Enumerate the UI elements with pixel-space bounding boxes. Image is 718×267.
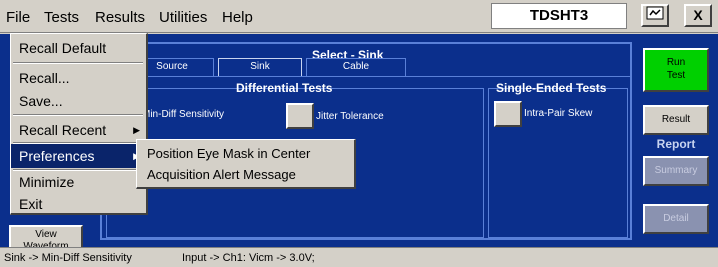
differential-title: Differential Tests xyxy=(236,81,333,95)
menu-item-acquisition-alert[interactable]: Acquisition Alert Message xyxy=(137,164,353,186)
app-title: TDSHT3 xyxy=(491,3,627,29)
menu-separator xyxy=(13,62,143,64)
status-bar: Sink -> Min-Diff Sensitivity Input -> Ch… xyxy=(0,247,718,267)
tab-sink[interactable]: Sink xyxy=(218,58,302,76)
menu-bar: File Tests Results Utilities Help TDSHT3… xyxy=(0,0,718,33)
status-input: Input -> Ch1: Vicm -> 3.0V; xyxy=(182,252,315,264)
menu-utilities[interactable]: Utilities xyxy=(159,9,207,26)
report-label: Report xyxy=(656,137,696,151)
view-label: View xyxy=(35,229,57,240)
minimize-button[interactable] xyxy=(641,4,669,27)
preferences-submenu: Position Eye Mask in Center Acquisition … xyxy=(136,139,356,189)
menu-item-recall-default[interactable]: Recall Default xyxy=(11,36,146,60)
intra-pair-skew-button[interactable] xyxy=(494,101,522,127)
menu-file[interactable]: File xyxy=(6,9,30,26)
menu-item-save[interactable]: Save... xyxy=(11,89,146,113)
menu-item-preferences[interactable]: Preferences ▶ xyxy=(11,144,146,168)
menu-item-position-eye-mask[interactable]: Position Eye Mask in Center xyxy=(137,143,353,165)
status-selection: Sink -> Min-Diff Sensitivity xyxy=(4,252,132,264)
run-test-button[interactable]: Run Test xyxy=(643,48,709,92)
run-label: Run xyxy=(666,57,686,68)
menu-tests[interactable]: Tests xyxy=(44,9,79,26)
jitter-tolerance-label: Jitter Tolerance xyxy=(316,111,384,122)
menu-results[interactable]: Results xyxy=(95,9,145,26)
menu-item-recall[interactable]: Recall... xyxy=(11,66,146,90)
menu-item-recall-recent[interactable]: Recall Recent ▶ xyxy=(11,118,146,142)
window-minimize-icon xyxy=(646,6,664,20)
test-label: Test xyxy=(666,70,686,81)
min-diff-sensitivity-label: Min-Diff Sensitivity xyxy=(142,109,225,120)
intra-pair-skew-label: Intra-Pair Skew xyxy=(524,108,593,119)
tab-divider xyxy=(102,76,630,77)
summary-button[interactable]: Summary xyxy=(643,156,709,186)
preferences-label: Preferences xyxy=(19,148,95,164)
close-button[interactable]: X xyxy=(684,4,712,27)
menu-item-exit[interactable]: Exit xyxy=(11,192,146,216)
single-ended-title: Single-Ended Tests xyxy=(496,81,607,95)
jitter-tolerance-button[interactable] xyxy=(286,103,314,129)
recall-recent-label: Recall Recent xyxy=(19,122,107,138)
menu-help[interactable]: Help xyxy=(222,9,253,26)
tab-cable[interactable]: Cable xyxy=(306,58,406,76)
menu-item-minimize[interactable]: Minimize xyxy=(11,170,146,194)
result-button[interactable]: Result xyxy=(643,105,709,135)
menu-separator xyxy=(13,114,143,116)
detail-button[interactable]: Detail xyxy=(643,204,709,234)
file-menu: Recall Default Recall... Save... Recall … xyxy=(10,33,148,215)
